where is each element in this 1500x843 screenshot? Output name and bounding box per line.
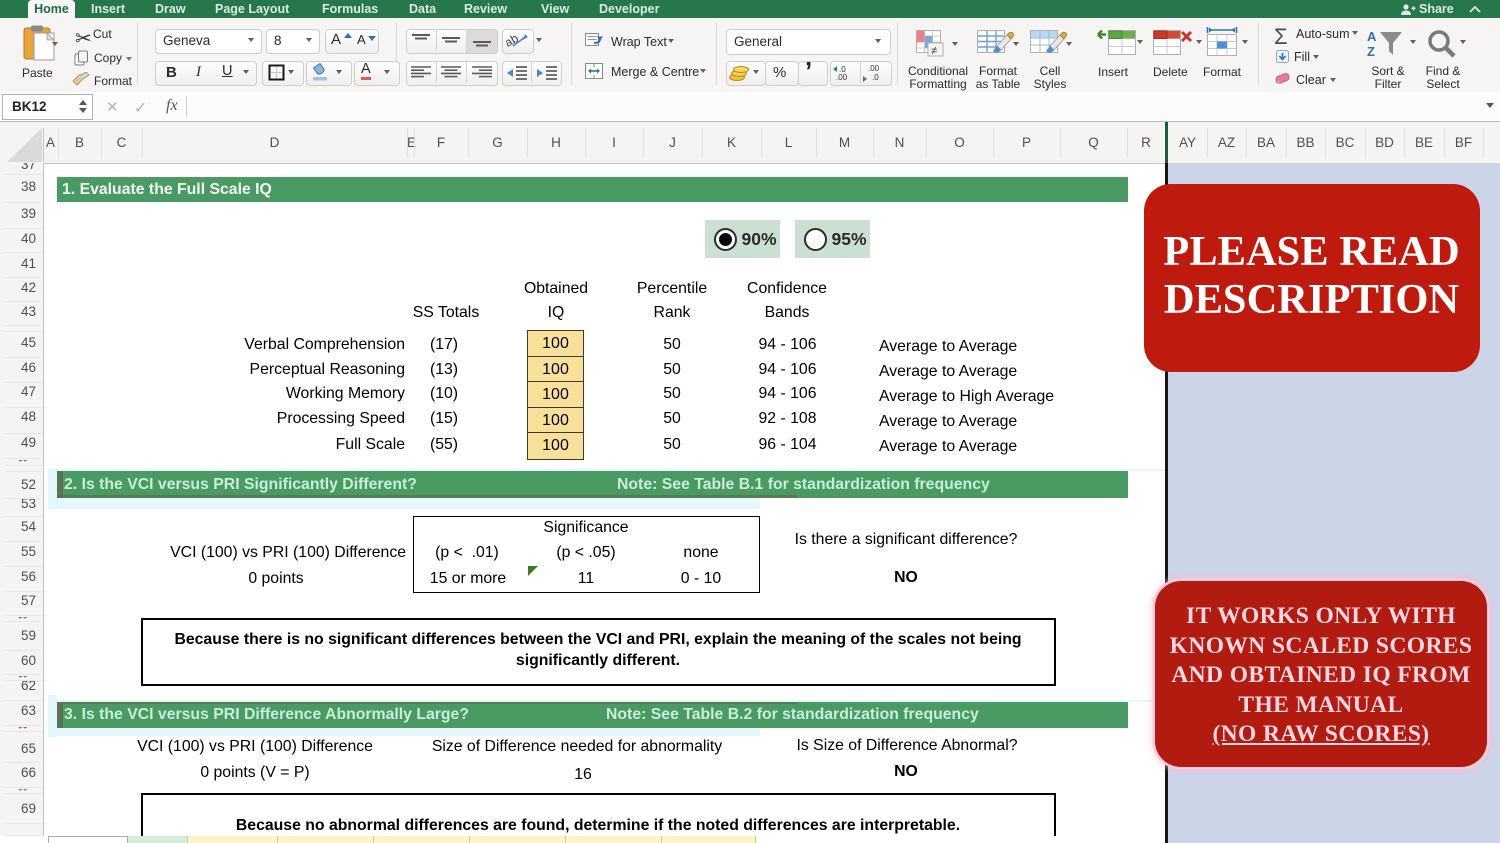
svg-text:.00: .00 [836,73,848,82]
svg-text:ab: ab [505,31,521,50]
svg-text:.00: .00 [868,64,880,73]
svg-text:≠: ≠ [931,45,937,57]
svg-text:Z: Z [1367,44,1375,59]
svg-text:A: A [1367,29,1377,44]
svg-text:.0: .0 [872,73,879,82]
